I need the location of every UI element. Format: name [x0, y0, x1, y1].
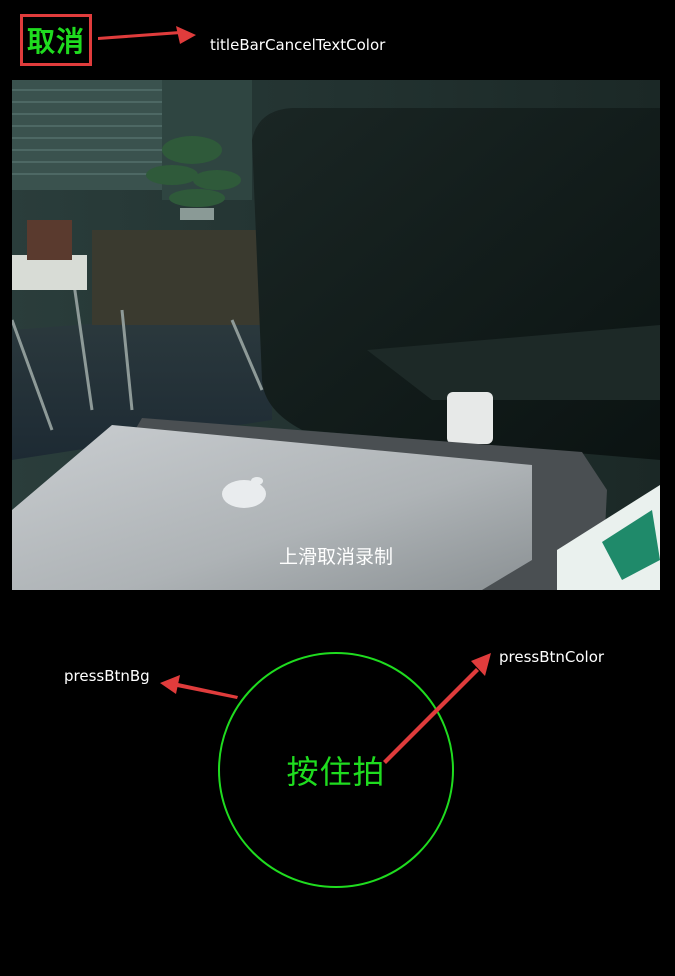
- swipe-up-cancel-hint: 上滑取消录制: [278, 546, 393, 568]
- press-to-record-label: 按住拍: [286, 753, 386, 791]
- camera-scene-image: [12, 80, 660, 590]
- annotation-cancel-text-color: titleBarCancelTextColor: [210, 36, 386, 54]
- cancel-button[interactable]: 取消: [27, 20, 85, 60]
- press-to-record-button[interactable]: 按住拍: [218, 652, 454, 888]
- annotation-press-button-bg: pressBtnBg: [64, 667, 150, 685]
- annotation-press-button-color: pressBtnColor: [499, 648, 605, 666]
- arrow-left-icon: [160, 675, 238, 699]
- cancel-highlight-box[interactable]: 取消: [20, 14, 92, 66]
- camera-preview: 上滑取消录制: [12, 80, 660, 590]
- arrow-right-icon: [98, 26, 196, 44]
